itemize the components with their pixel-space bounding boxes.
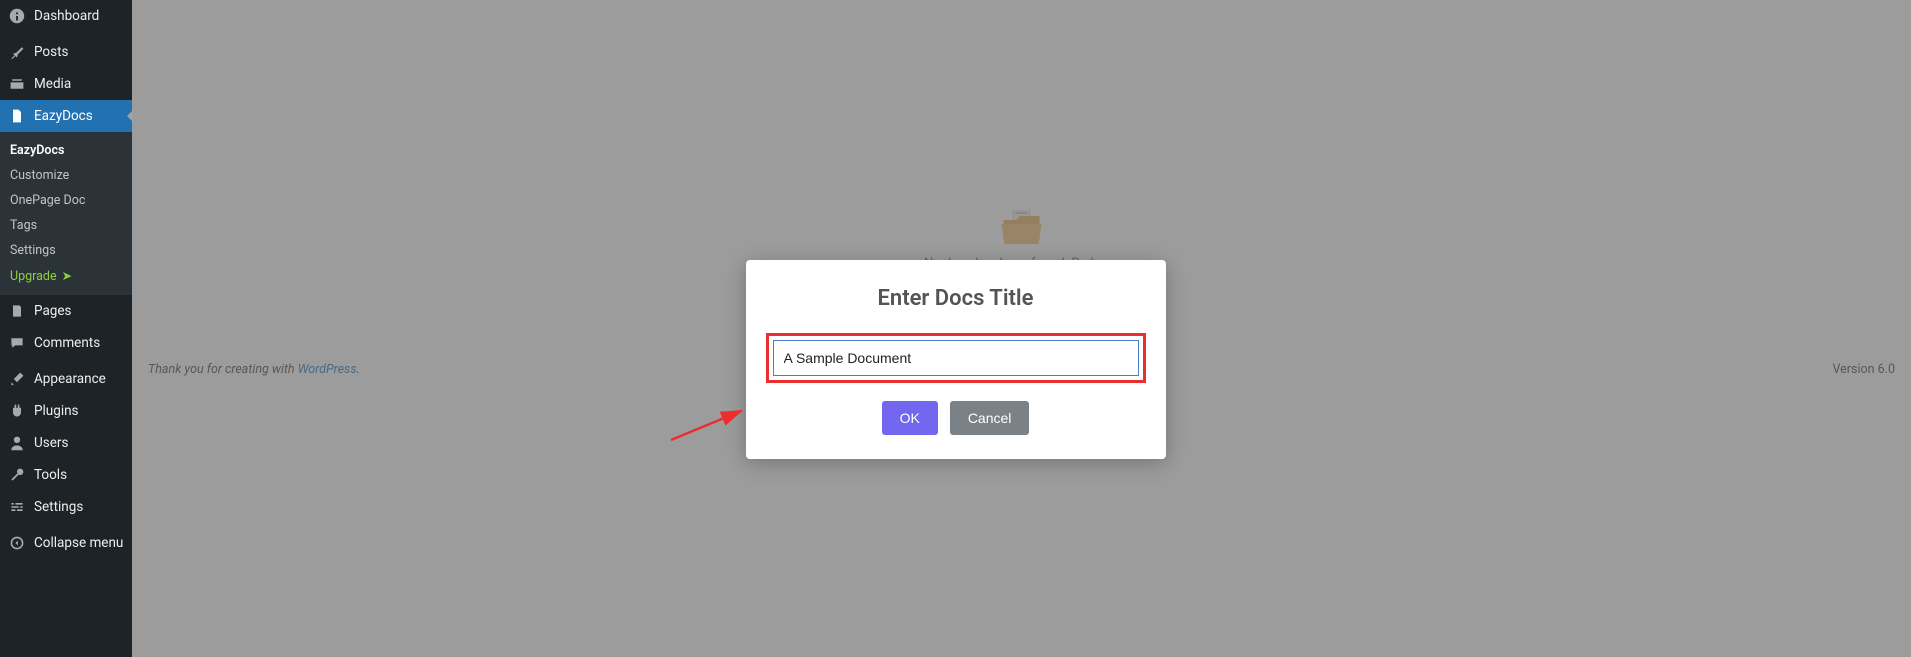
submenu-item-settings[interactable]: Settings (0, 238, 132, 263)
sidebar-item-label: Collapse menu (34, 535, 123, 551)
sidebar-item-media[interactable]: Media (0, 68, 132, 100)
dashboard-icon (8, 7, 26, 25)
sidebar-item-label: Media (34, 76, 71, 92)
sidebar-item-label: Tools (34, 467, 67, 483)
media-icon (8, 75, 26, 93)
sidebar-item-users[interactable]: Users (0, 427, 132, 459)
sidebar-item-label: Pages (34, 303, 72, 319)
document-icon (8, 107, 26, 125)
modal-title: Enter Docs Title (766, 286, 1146, 311)
cancel-button[interactable]: Cancel (950, 401, 1030, 435)
sidebar-item-label: Appearance (34, 371, 106, 387)
submenu-item-eazydocs[interactable]: EazyDocs (0, 138, 132, 163)
arrow-right-icon: ➤ (62, 268, 72, 284)
sidebar-item-comments[interactable]: Comments (0, 327, 132, 359)
sidebar-item-label: Dashboard (34, 8, 99, 24)
sidebar-item-dashboard[interactable]: Dashboard (0, 0, 132, 32)
submenu-item-upgrade[interactable]: Upgrade ➤ (0, 263, 132, 289)
brush-icon (8, 370, 26, 388)
submenu-item-onepage[interactable]: OnePage Doc (0, 188, 132, 213)
admin-sidebar: Dashboard Posts Media EazyDocs EazyDocs … (0, 0, 132, 657)
sidebar-item-plugins[interactable]: Plugins (0, 395, 132, 427)
pages-icon (8, 302, 26, 320)
sidebar-item-label: Posts (34, 44, 68, 60)
sidebar-item-posts[interactable]: Posts (0, 36, 132, 68)
sidebar-item-label: Comments (34, 335, 100, 351)
sidebar-item-tools[interactable]: Tools (0, 459, 132, 491)
submenu-item-customize[interactable]: Customize (0, 163, 132, 188)
user-icon (8, 434, 26, 452)
submenu-item-label: Upgrade (10, 269, 57, 284)
sidebar-item-appearance[interactable]: Appearance (0, 363, 132, 395)
sidebar-item-label: Users (34, 435, 68, 451)
plug-icon (8, 402, 26, 420)
pin-icon (8, 43, 26, 61)
input-highlight-box (766, 333, 1146, 383)
docs-title-modal: Enter Docs Title OK Cancel (746, 260, 1166, 459)
ok-button[interactable]: OK (882, 401, 938, 435)
sidebar-item-label: Plugins (34, 403, 79, 419)
docs-title-input[interactable] (773, 340, 1139, 376)
sidebar-item-settings[interactable]: Settings (0, 491, 132, 523)
modal-button-row: OK Cancel (766, 401, 1146, 435)
sidebar-item-eazydocs[interactable]: EazyDocs (0, 100, 132, 132)
sidebar-item-pages[interactable]: Pages (0, 295, 132, 327)
comments-icon (8, 334, 26, 352)
sidebar-item-label: Settings (34, 499, 83, 515)
collapse-icon (8, 534, 26, 552)
sidebar-item-label: EazyDocs (34, 108, 93, 124)
submenu-item-tags[interactable]: Tags (0, 213, 132, 238)
sidebar-item-collapse[interactable]: Collapse menu (0, 527, 132, 559)
sliders-icon (8, 498, 26, 516)
wrench-icon (8, 466, 26, 484)
eazydocs-submenu: EazyDocs Customize OnePage Doc Tags Sett… (0, 132, 132, 295)
